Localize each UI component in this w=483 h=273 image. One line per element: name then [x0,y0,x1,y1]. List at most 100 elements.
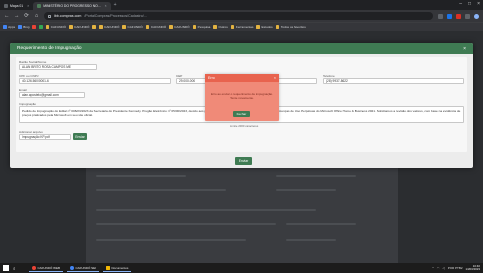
background-text [96,223,276,225]
modal-title: Requerimento de Impugnação [17,46,82,51]
close-icon[interactable]: × [463,46,466,52]
bookmark-label: CAFUNDÓ [104,25,120,29]
profile-avatar[interactable] [474,13,479,19]
bookmark-item[interactable]: Estudos [256,25,273,29]
close-window-icon[interactable]: × [477,1,480,7]
browser-tab-bar: Mapa 01 × MINISTÉRIO DO PROGRESSO NO... … [0,0,483,10]
volume-icon[interactable]: ◁ [442,266,444,270]
browser-tab-1[interactable]: Mapa 01 × [0,2,33,10]
razao-social-field[interactable]: ALAN BRITO ROSA CAMPOS ME [19,64,97,70]
background-text [276,189,336,191]
background-text [276,175,356,177]
folder-icon [275,25,280,29]
extension-icon[interactable] [456,13,461,19]
background-text [286,223,356,225]
bookmark-label: Estudos [261,25,273,29]
windows-taskbar: ⌕ CAFUNDÓ WEB CAFUNDÓ SEI Documentos ^ ◠… [0,263,483,273]
extensions-area [438,13,479,19]
background-text [96,209,316,211]
email-field[interactable]: alan.apostelo@gmail.com [19,92,85,98]
bookmark-label: Todos os favoritos [280,25,306,29]
background-text [96,239,246,241]
anexo-file-field[interactable]: Impugnação KP.pdf [19,134,71,140]
bookmark-item[interactable]: Outros [213,25,228,29]
bookmark-label: CAFUNDÓ [127,25,143,29]
submit-button[interactable]: Enviar [235,157,252,165]
wifi-icon[interactable]: ◠ [437,266,440,270]
bookmark-item[interactable]: Todos os favoritos [275,25,306,29]
bookmark-item[interactable]: CAFUNDÓ [145,25,167,29]
error-alert: Erro × Erro ao enviar o requerimento de … [205,74,279,121]
folder-icon [192,25,197,29]
window-controls: – □ × [459,1,480,7]
forward-icon[interactable]: → [14,13,20,19]
cpf-cnpj-field[interactable]: 40.126.560/0001-6 [19,78,171,84]
url-input[interactable]: ibb.compras.com/PortalCompras/Processos/… [44,12,433,20]
back-icon[interactable]: ← [4,13,10,19]
upload-button[interactable]: Enviar [73,133,87,140]
clock[interactable]: 10:40 14/03/2023 [465,264,480,271]
error-alert-title: Erro [208,76,215,80]
background-text [96,189,226,191]
bookmark-item[interactable]: Bing [18,25,29,29]
bookmark-item[interactable]: Ferramentas [230,25,254,29]
bookmark-label: CAFUNDÓ [74,25,90,29]
bookmark-item[interactable]: CAFUNDÓ [99,25,119,29]
folder-icon [256,25,261,29]
background-text [286,239,336,241]
bookmark-label: CAFUNDÓ [150,25,167,29]
taskbar-app-label: Documentos [111,265,129,270]
close-icon[interactable]: × [274,76,276,80]
language-indicator[interactable]: POR PTB2 [448,266,463,270]
tray-arrow-icon[interactable]: ^ [432,266,433,270]
bookmark-label: CAFUNDÓ [50,25,67,29]
new-tab-icon[interactable]: + [114,2,117,8]
modal-header: Requerimento de Impugnação × [10,43,473,54]
maximize-icon[interactable]: □ [468,1,471,7]
bookmark-item[interactable]: Apps [3,25,15,29]
extension-icon[interactable] [465,13,470,19]
folder-icon [169,25,173,29]
close-tab-icon[interactable]: × [105,4,107,8]
bookmark-item[interactable]: Pesquisa [192,25,210,29]
bookmark-label: CAFUNDÓ [174,25,190,29]
taskbar-app-label: CAFUNDÓ WEB [37,265,61,270]
minimize-icon[interactable]: – [459,1,462,7]
taskbar-app[interactable]: CAFUNDÓ SEI [67,264,100,272]
home-icon[interactable]: ⌂ [34,13,39,19]
folder-icon [122,25,126,29]
folder-icon [230,25,235,29]
error-close-button[interactable]: Fechar [233,111,250,117]
bookmark-icon [32,25,37,29]
browser-tab-2[interactable]: MINISTÉRIO DO PROGRESSO NO... × [33,2,111,10]
taskbar-app[interactable]: Documentos [103,264,132,272]
reload-icon[interactable]: ⟳ [24,13,29,19]
url-path: /PortalCompras/Processos/Cadastro/... [84,14,147,18]
folder-icon [69,25,73,29]
extension-icon[interactable] [438,13,443,19]
taskbar-app[interactable]: CAFUNDÓ WEB [29,264,63,272]
background-panel [86,163,398,263]
windows-start-icon[interactable] [3,265,9,271]
page-backdrop: Requerimento de Impugnação × Razão Socia… [0,31,483,263]
bookmark-item[interactable]: CAFUNDÓ [169,25,190,29]
bookmark-label: Ferramentas [235,25,254,29]
folder-icon [213,25,217,29]
folder-icon [106,265,111,270]
bookmark-item[interactable] [39,25,43,29]
bookmark-item[interactable]: CAFUNDÓ [45,25,67,29]
bookmark-item[interactable]: CAFUNDÓ [122,25,143,29]
tab-label: Mapa 01 [10,4,24,8]
bookmark-item[interactable] [92,25,97,29]
background-text [96,175,186,177]
extension-icon[interactable] [447,13,452,19]
folder-icon [92,25,97,29]
bookmark-item[interactable]: CAFUNDÓ [69,25,89,29]
clock-date: 14/03/2023 [465,267,480,271]
telefone-field[interactable]: (28) 9937-8622 [323,78,464,84]
search-icon[interactable]: ⌕ [13,266,25,271]
folder-icon [145,25,150,29]
bookmark-item[interactable] [32,25,37,29]
tab-favicon [4,4,8,8]
close-tab-icon[interactable]: × [27,4,29,8]
